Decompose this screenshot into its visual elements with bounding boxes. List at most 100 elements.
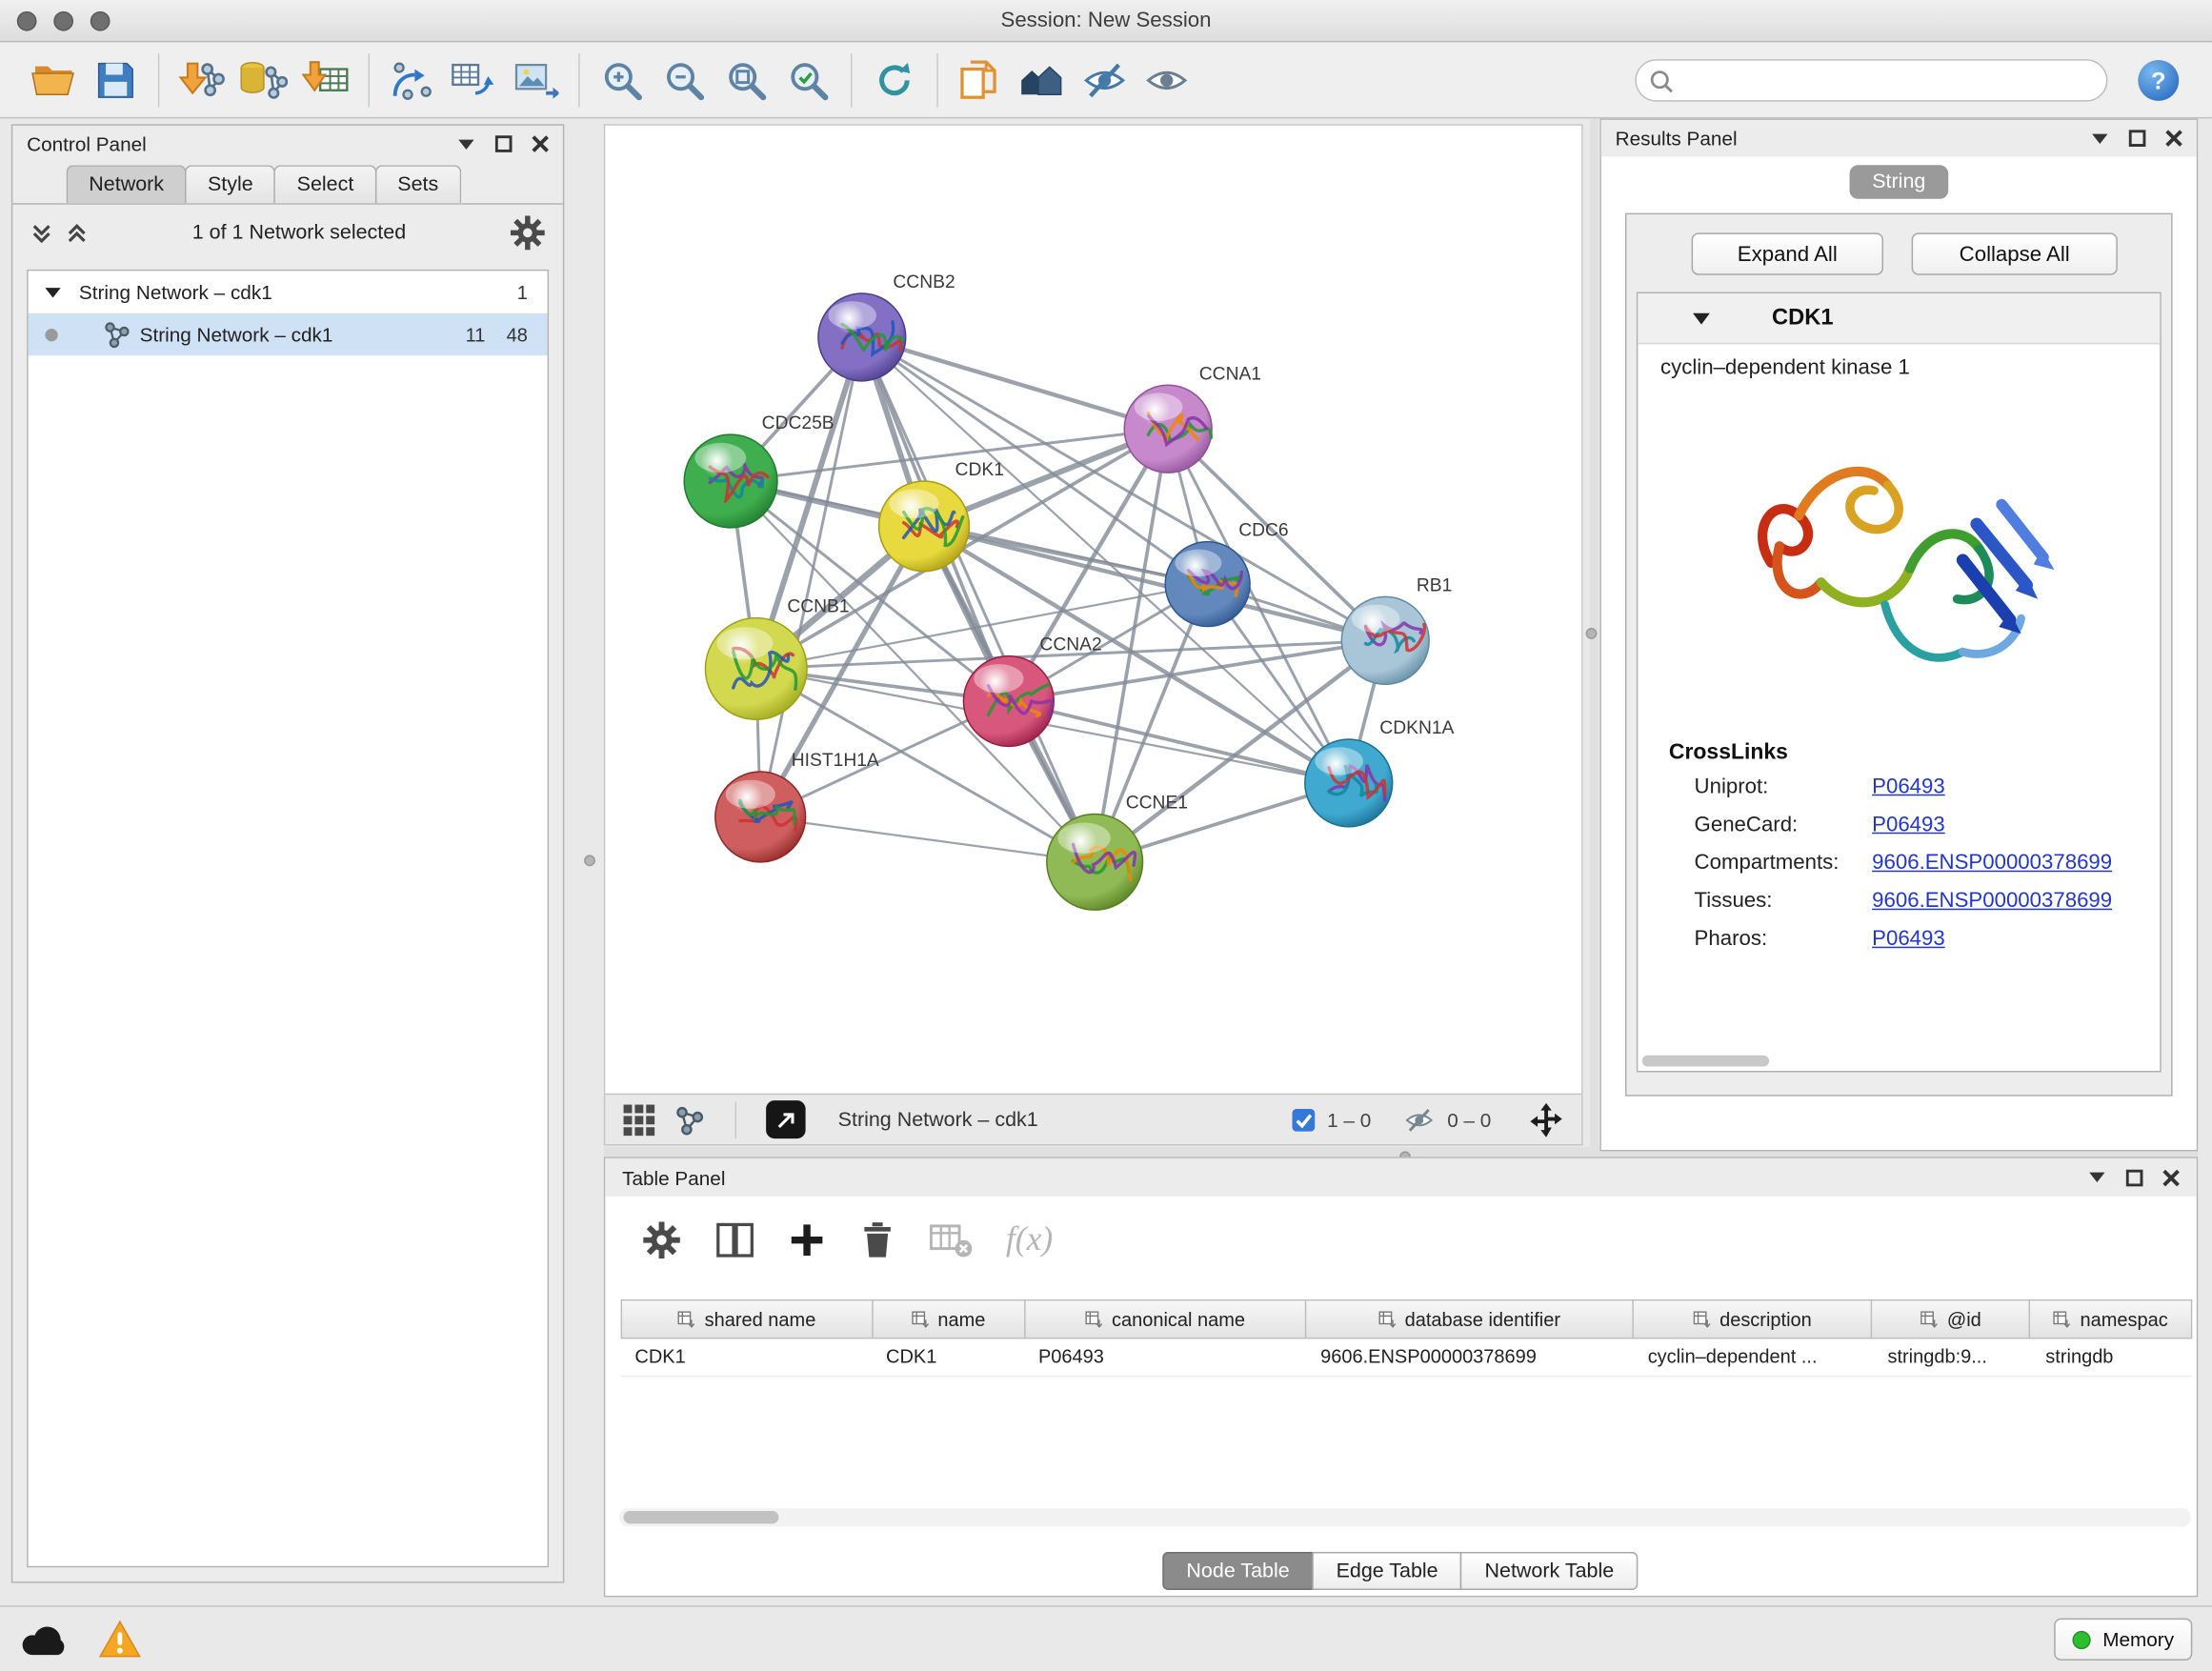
tab-select[interactable]: Select — [274, 165, 376, 203]
network-share-icon — [103, 320, 131, 349]
column-sort-icon — [911, 1310, 929, 1328]
warning-icon[interactable] — [99, 1620, 141, 1659]
splitter-handle[interactable] — [1586, 628, 1598, 639]
column-header-shared-name[interactable]: shared name — [622, 1300, 873, 1338]
column-header-database-identifier[interactable]: database identifier — [1307, 1300, 1634, 1338]
tab-network-table[interactable]: Network Table — [1460, 1552, 1638, 1590]
toolbar-separator — [158, 53, 159, 107]
import-network-from-database-button[interactable] — [232, 49, 294, 111]
zoom-selected-button[interactable] — [777, 49, 839, 111]
window-close-button[interactable] — [17, 11, 37, 31]
new-network-button[interactable] — [381, 49, 443, 111]
network-edge[interactable] — [760, 337, 862, 817]
network-canvas[interactable]: CCNB2CCNA1CDC25BCDK1CDC6RB1CCNB1CCNA2CDK… — [604, 124, 1583, 1093]
delete-table-icon[interactable] — [930, 1221, 972, 1258]
table-options-gear-icon[interactable] — [642, 1220, 681, 1259]
add-column-icon[interactable] — [789, 1221, 826, 1258]
export-network-button[interactable] — [766, 1100, 805, 1138]
move-tool-icon[interactable] — [1528, 1101, 1565, 1138]
close-panel-icon[interactable] — [532, 135, 549, 152]
tree-expand-icon[interactable] — [45, 286, 62, 298]
column-header-name[interactable]: name — [873, 1300, 1025, 1338]
float-panel-icon[interactable] — [2126, 1169, 2143, 1186]
show-all-button[interactable] — [1136, 49, 1197, 111]
birds-eye-view-icon[interactable] — [622, 1102, 656, 1137]
open-session-button[interactable] — [23, 49, 85, 111]
network-share-icon[interactable] — [674, 1104, 706, 1136]
expand-all-networks-icon[interactable] — [30, 221, 53, 245]
node-label: CCNB2 — [893, 272, 955, 292]
search-input[interactable] — [1679, 63, 2095, 97]
tab-style[interactable]: Style — [185, 165, 275, 203]
close-panel-icon[interactable] — [2165, 130, 2182, 147]
collapse-all-button[interactable]: Collapse All — [1912, 232, 2118, 274]
save-session-button[interactable] — [85, 49, 147, 111]
window-minimize-button[interactable] — [53, 11, 73, 31]
crosslink-link[interactable]: 9606.ENSP00000378699 — [1872, 889, 2112, 913]
float-panel-icon[interactable] — [2129, 130, 2146, 147]
import-network-from-file-button[interactable] — [171, 49, 232, 111]
close-panel-icon[interactable] — [2162, 1169, 2180, 1186]
tab-node-table[interactable]: Node Table — [1162, 1552, 1314, 1590]
network-collection-row[interactable]: String Network – cdk1 1 — [29, 271, 548, 312]
network-collection-label: String Network – cdk1 — [79, 281, 272, 304]
save-floppy-icon — [94, 58, 136, 100]
copy-button[interactable] — [950, 49, 1012, 111]
string-network-graph: CCNB2CCNA1CDC25BCDK1CDC6RB1CCNB1CCNA2CDK… — [605, 126, 1581, 1092]
collapse-panel-icon[interactable] — [2088, 1171, 2106, 1183]
hide-selected-button[interactable] — [1074, 49, 1136, 111]
column-header-id[interactable]: @id — [1873, 1300, 2031, 1338]
refresh-button[interactable] — [863, 49, 925, 111]
tab-network[interactable]: Network — [67, 165, 187, 203]
crosslink-link[interactable]: P06493 — [1872, 775, 1945, 798]
collapse-panel-icon[interactable] — [2091, 131, 2109, 144]
function-builder-button[interactable]: f(x) — [1006, 1221, 1053, 1259]
cloud-icon[interactable] — [20, 1621, 68, 1659]
collapse-all-networks-icon[interactable] — [65, 221, 89, 245]
table-row[interactable]: CDK1 CDK1 P06493 9606.ENSP00000378699 cy… — [621, 1339, 2193, 1377]
column-sort-icon — [1693, 1310, 1711, 1328]
import-table-from-file-button[interactable] — [295, 49, 357, 111]
zoom-in-button[interactable] — [591, 49, 653, 111]
node-label: CDK1 — [955, 460, 1004, 480]
crosslink-link[interactable]: P06493 — [1872, 927, 1945, 951]
tab-string-results[interactable]: String — [1850, 165, 1949, 199]
splitter-handle[interactable] — [584, 855, 595, 866]
show-columns-icon[interactable] — [715, 1220, 754, 1259]
delete-column-icon[interactable] — [859, 1220, 896, 1259]
float-panel-icon[interactable] — [495, 135, 513, 152]
new-network-from-table-button[interactable] — [443, 49, 505, 111]
node-label: CDKN1A — [1379, 718, 1454, 738]
results-horizontal-scrollbar[interactable] — [1642, 1056, 1769, 1067]
collapse-panel-icon[interactable] — [457, 137, 475, 150]
column-header-canonical-name[interactable]: canonical name — [1025, 1300, 1307, 1338]
tab-edge-table[interactable]: Edge Table — [1312, 1552, 1461, 1590]
network-row[interactable]: String Network – cdk1 11 48 — [29, 313, 548, 355]
section-collapse-icon[interactable] — [1692, 312, 1712, 326]
zoom-fit-button[interactable] — [715, 49, 777, 111]
first-neighbors-button[interactable] — [1012, 49, 1074, 111]
toolbar-separator — [369, 53, 370, 107]
crosslink-link[interactable]: 9606.ENSP00000378699 — [1872, 851, 2112, 875]
scrollbar-thumb[interactable] — [624, 1511, 779, 1523]
hidden-eye-slash-icon[interactable] — [1402, 1105, 1437, 1134]
column-header-namespace[interactable]: namespac — [2030, 1300, 2191, 1338]
zoom-out-icon — [663, 58, 705, 100]
help-button[interactable]: ? — [2127, 49, 2189, 111]
protein-description: cyclin–dependent kinase 1 — [1660, 355, 2160, 379]
tab-sets[interactable]: Sets — [375, 165, 461, 203]
expand-all-button[interactable]: Expand All — [1692, 232, 1883, 274]
zoom-out-button[interactable] — [654, 49, 715, 111]
network-options-gear-icon[interactable] — [510, 214, 547, 252]
network-edge[interactable] — [862, 337, 1168, 429]
selected-checkbox-icon[interactable] — [1291, 1107, 1317, 1133]
window-zoom-button[interactable] — [90, 11, 111, 31]
global-search-field[interactable] — [1635, 58, 2107, 100]
network-edge[interactable] — [862, 337, 1095, 862]
crosslink-link[interactable]: P06493 — [1872, 813, 1945, 836]
export-image-button[interactable] — [505, 49, 567, 111]
network-edge[interactable] — [760, 816, 1095, 861]
table-horizontal-scrollbar[interactable] — [619, 1508, 2191, 1526]
column-header-description[interactable]: description — [1633, 1300, 1872, 1338]
memory-button[interactable]: Memory — [2055, 1619, 2192, 1661]
